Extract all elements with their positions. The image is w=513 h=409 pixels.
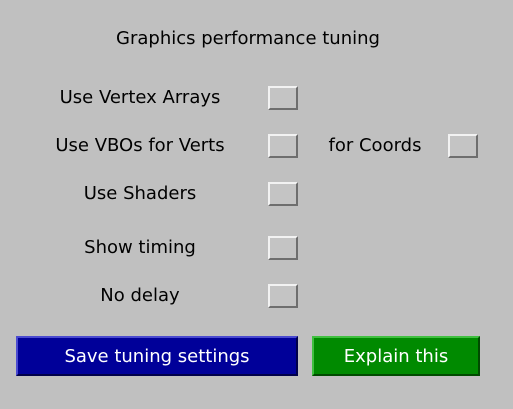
shaders-checkbox[interactable] <box>268 182 298 206</box>
save-tuning-settings-button[interactable]: Save tuning settings <box>16 336 298 376</box>
vbos-coords-label: for Coords <box>328 135 422 156</box>
vertex-arrays-label: Use Vertex Arrays <box>59 87 221 108</box>
show-timing-checkbox[interactable] <box>268 236 298 260</box>
show-timing-label: Show timing <box>84 237 196 258</box>
vertex-arrays-checkbox[interactable] <box>268 86 298 110</box>
vbos-verts-label: Use VBOs for Verts <box>55 135 225 156</box>
vbos-verts-checkbox[interactable] <box>268 134 298 158</box>
shaders-label: Use Shaders <box>83 183 197 204</box>
no-delay-label: No delay <box>100 285 180 306</box>
no-delay-checkbox[interactable] <box>268 284 298 308</box>
explain-this-button[interactable]: Explain this <box>312 336 480 376</box>
vbos-coords-checkbox[interactable] <box>448 134 478 158</box>
panel-title: Graphics performance tuning <box>116 28 380 49</box>
